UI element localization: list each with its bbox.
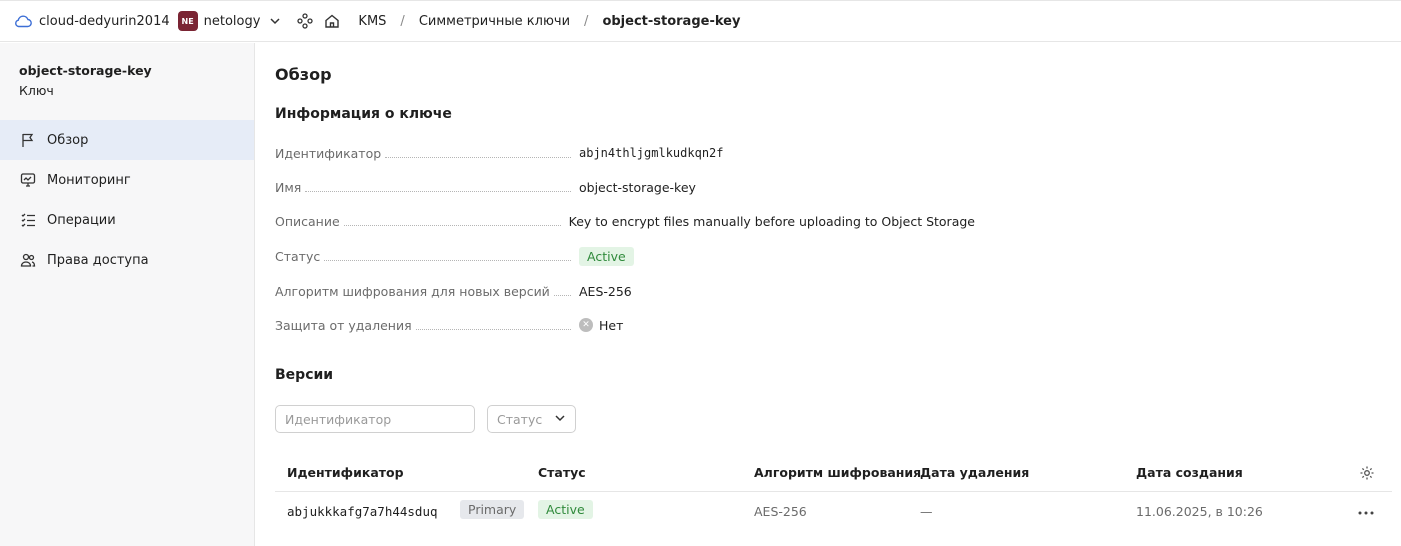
breadcrumb-kms[interactable]: KMS: [358, 14, 386, 29]
prop-key: Имя: [275, 179, 302, 195]
prop-row-id: Идентификатор abjn4thljgmlkudkqn2f: [275, 143, 975, 163]
primary-badge: Primary: [460, 500, 525, 519]
version-algorithm: AES-256: [754, 504, 807, 519]
resource-type: Ключ: [19, 83, 54, 98]
main-content: Обзор Информация о ключе Идентификатор a…: [256, 43, 1401, 546]
status-badge: Active: [579, 246, 634, 266]
breadcrumb-separator: /: [584, 13, 589, 29]
home-icon[interactable]: [324, 13, 340, 29]
prop-key: Защита от удаления: [275, 317, 412, 333]
breadcrumb-current: object-storage-key: [602, 13, 741, 29]
flag-icon: [19, 131, 37, 149]
prop-row-description: Описание Key to encrypt files manually b…: [275, 211, 975, 231]
prop-row-name: Имя object-storage-key: [275, 177, 975, 197]
status-filter-select[interactable]: Статус: [487, 405, 576, 433]
status-filter-placeholder: Статус: [497, 411, 543, 427]
sidebar-item-label: Мониторинг: [47, 172, 131, 188]
prop-key: Идентификатор: [275, 145, 382, 161]
version-id[interactable]: abjukkkafg7a7h44sduq: [287, 504, 438, 519]
column-header-created[interactable]: Дата создания: [1136, 465, 1243, 480]
gear-icon[interactable]: [1359, 465, 1375, 481]
cloud-icon[interactable]: [14, 14, 32, 28]
prop-row-deletion-protection: Защита от удаления ✕ Нет: [275, 315, 975, 335]
sidebar-item-label: Обзор: [47, 132, 89, 148]
resource-name: object-storage-key: [19, 63, 152, 78]
prop-value-description: Key to encrypt files manually before upl…: [568, 213, 975, 229]
versions-table: Идентификатор Статус Алгоритм шифрования…: [275, 459, 1392, 534]
sidebar-item-operations[interactable]: Операции: [0, 200, 254, 240]
prop-row-status: Статус Active: [275, 246, 975, 266]
prop-value-algorithm: AES-256: [579, 283, 632, 299]
prop-key: Алгоритм шифрования для новых версий: [275, 283, 550, 299]
version-id-filter-input[interactable]: [275, 405, 475, 433]
section-title-versions: Версии: [275, 367, 334, 383]
sidebar-item-label: Права доступа: [47, 252, 149, 268]
prop-key: Статус: [275, 248, 321, 264]
org-badge[interactable]: NE: [177, 11, 198, 31]
version-deleted: —: [920, 504, 933, 519]
more-actions-icon[interactable]: [1357, 505, 1375, 521]
table-row[interactable]: abjukkkafg7a7h44sduq Primary Active AES-…: [275, 492, 1392, 534]
sidebar-item-monitoring[interactable]: Мониторинг: [0, 160, 254, 200]
table-header: Идентификатор Статус Алгоритм шифрования…: [275, 459, 1392, 492]
top-bar: cloud-dedyurin2014 NE netology KMS / Сим…: [0, 0, 1401, 42]
prop-key: Описание: [275, 213, 340, 229]
column-header-deleted[interactable]: Дата удаления: [920, 465, 1029, 480]
monitoring-icon: [19, 171, 37, 189]
prop-value-name: object-storage-key: [579, 179, 696, 195]
sidebar-item-access[interactable]: Права доступа: [0, 240, 254, 280]
status-badge: Active: [538, 500, 593, 519]
column-header-algorithm[interactable]: Алгоритм шифрования: [754, 465, 921, 480]
org-name[interactable]: netology: [204, 14, 261, 29]
prop-row-algorithm: Алгоритм шифрования для новых версий AES…: [275, 281, 975, 301]
chevron-down-icon[interactable]: [269, 15, 281, 27]
page-title: Обзор: [275, 65, 332, 84]
cross-circle-icon: ✕: [579, 318, 593, 332]
column-header-status[interactable]: Статус: [538, 465, 586, 480]
users-icon: [19, 251, 37, 269]
column-header-id[interactable]: Идентификатор: [287, 465, 404, 480]
operations-icon: [19, 211, 37, 229]
prop-value-deletion-protection: Нет: [599, 317, 624, 333]
sidebar: object-storage-key Ключ Обзор Мониторинг…: [0, 43, 255, 546]
chevron-down-icon: [554, 412, 566, 427]
sidebar-item-label: Операции: [47, 212, 116, 228]
breadcrumb-symmetric-keys[interactable]: Симметричные ключи: [419, 14, 570, 29]
section-title-key-info: Информация о ключе: [275, 106, 452, 122]
breadcrumb-separator: /: [400, 13, 405, 29]
cloud-name[interactable]: cloud-dedyurin2014: [39, 14, 170, 29]
prop-value-id[interactable]: abjn4thljgmlkudkqn2f: [579, 146, 724, 160]
version-created: 11.06.2025, в 10:26: [1136, 504, 1263, 519]
services-icon[interactable]: [297, 13, 314, 29]
sidebar-item-overview[interactable]: Обзор: [0, 120, 254, 160]
